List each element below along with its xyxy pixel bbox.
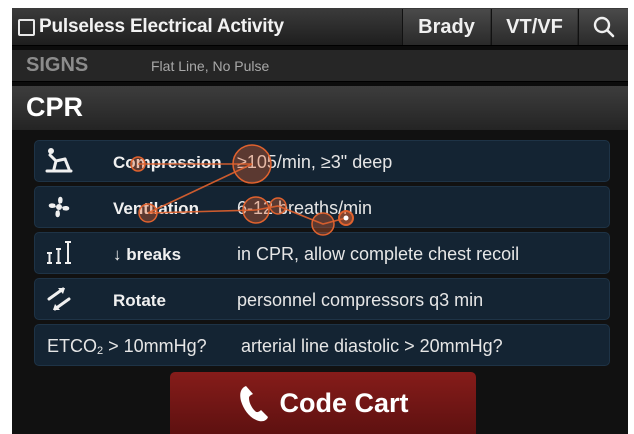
etco2-prefix: ETCO bbox=[47, 336, 98, 356]
cpr-row-ventilation[interactable]: Ventilation 6-12 breaths/min bbox=[34, 186, 610, 228]
search-icon bbox=[593, 16, 614, 38]
top-bar: Pulseless Electrical Activity Brady VT/V… bbox=[12, 8, 628, 46]
tab-brady[interactable]: Brady bbox=[402, 9, 490, 45]
recoil-icon bbox=[47, 241, 71, 264]
row-label: Ventilation bbox=[113, 199, 199, 218]
app-screen: Pulseless Electrical Activity Brady VT/V… bbox=[12, 8, 628, 434]
signs-text: Flat Line, No Pulse bbox=[151, 58, 270, 74]
etco2-suffix: > 10mmHg? bbox=[103, 336, 207, 356]
row-label: ↓ breaks bbox=[113, 245, 182, 264]
row-value: in CPR, allow complete chest recoil bbox=[237, 244, 520, 264]
signs-heading: SIGNS bbox=[26, 54, 89, 76]
signs-section[interactable]: SIGNS Flat Line, No Pulse bbox=[12, 50, 628, 82]
phone-icon bbox=[240, 386, 269, 422]
cpr-row-etco2[interactable]: ETCO2 > 10mmHg? arterial line diastolic … bbox=[34, 324, 610, 366]
row-value: personnel compressors q3 min bbox=[237, 290, 484, 310]
row-label: Rotate bbox=[113, 291, 166, 310]
row-value: ≥105/min, ≥3" deep bbox=[237, 152, 393, 172]
cpr-row-breaks[interactable]: ↓ breaks in CPR, allow complete chest re… bbox=[34, 232, 610, 274]
title-checkbox[interactable] bbox=[18, 18, 35, 36]
cpr-row-rotate[interactable]: Rotate personnel compressors q3 min bbox=[34, 278, 610, 320]
tab-vtvf[interactable]: VT/VF bbox=[491, 9, 577, 45]
row-label: Compression bbox=[113, 153, 222, 172]
search-button[interactable] bbox=[578, 9, 628, 45]
row-value: arterial line diastolic > 20mmHg? bbox=[241, 336, 503, 356]
fan-icon bbox=[48, 196, 70, 218]
code-cart-button[interactable]: Code Cart bbox=[170, 372, 476, 434]
cpr-row-compression[interactable]: Compression ≥105/min, ≥3" deep bbox=[34, 140, 610, 182]
cpr-section-header[interactable]: CPR bbox=[12, 86, 628, 130]
rotate-arrows-icon bbox=[47, 287, 71, 311]
compression-icon bbox=[45, 148, 73, 173]
title-group[interactable]: Pulseless Electrical Activity bbox=[18, 14, 284, 40]
row-value: 6-12 breaths/min bbox=[237, 198, 373, 218]
cpr-heading: CPR bbox=[26, 92, 84, 122]
page-title: Pulseless Electrical Activity bbox=[39, 16, 284, 37]
code-cart-label: Code Cart bbox=[279, 387, 409, 418]
etco2-label: ETCO2 > 10mmHg? bbox=[47, 336, 207, 357]
